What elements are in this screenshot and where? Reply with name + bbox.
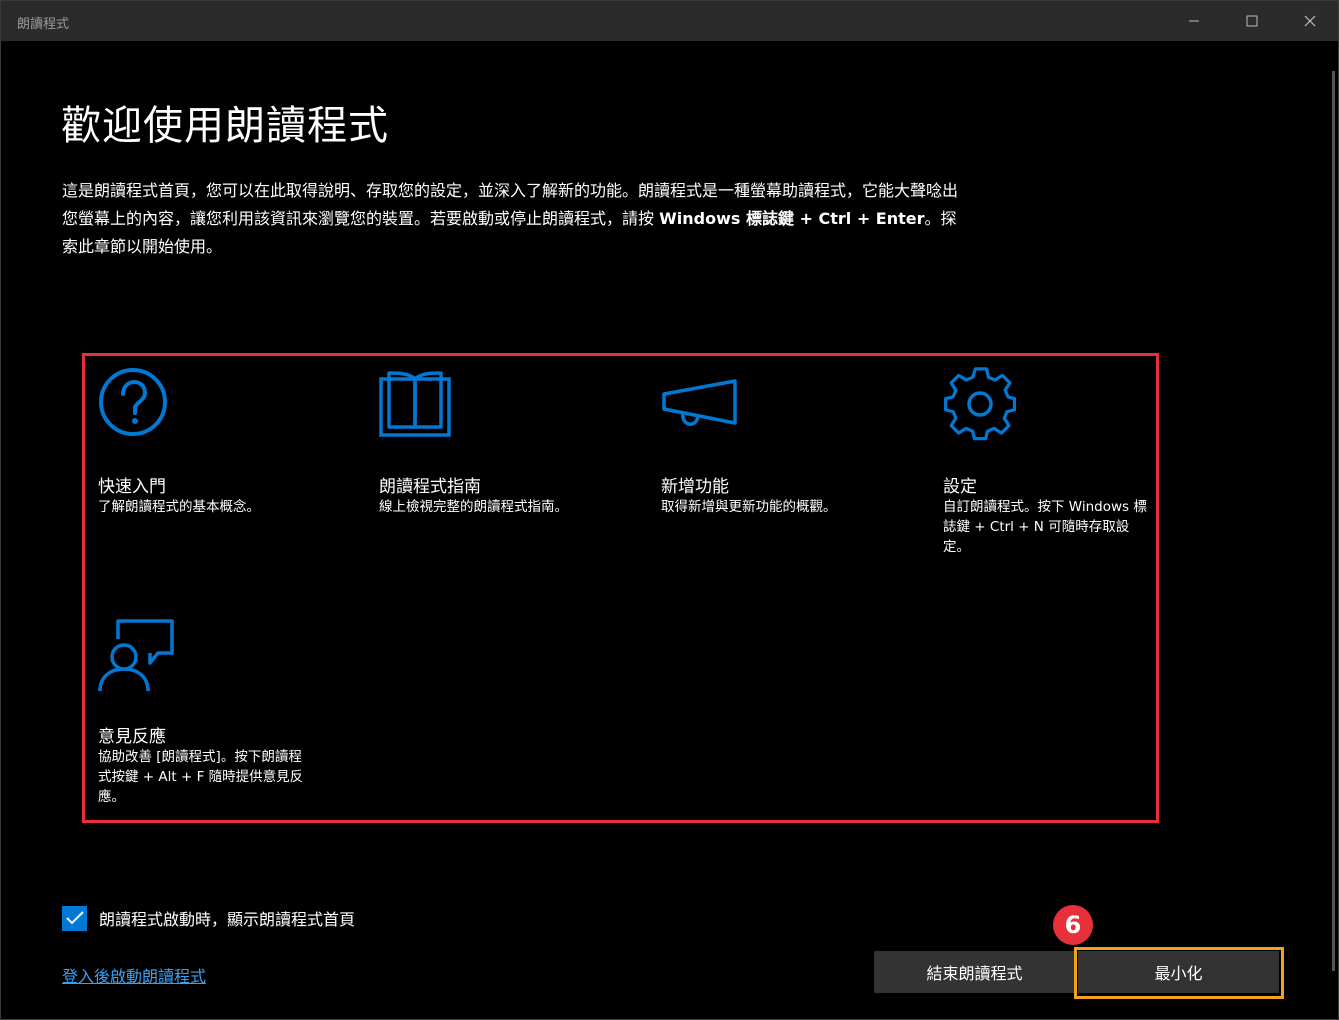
question-circle-icon bbox=[99, 368, 167, 436]
step-number-badge: 6 bbox=[1053, 905, 1093, 945]
card-title: 意見反應 bbox=[98, 727, 166, 747]
show-home-on-start-option[interactable]: 朗讀程式啟動時，顯示朗讀程式首頁 bbox=[62, 905, 355, 931]
card-description: 取得新增與更新功能的概觀。 bbox=[661, 499, 837, 515]
open-book-icon bbox=[379, 371, 451, 437]
narrator-home-window: 朗讀程式 歡迎使用朗讀程式 這是朗讀程式首頁，您可以在此取得說明、存取您的設定，… bbox=[0, 0, 1339, 1020]
exit-narrator-button[interactable]: 結束朗讀程式 bbox=[874, 951, 1075, 993]
window-maximize-button[interactable] bbox=[1229, 1, 1275, 41]
window-title: 朗讀程式 bbox=[17, 17, 70, 32]
scrollbar[interactable] bbox=[1332, 71, 1335, 971]
card-title: 設定 bbox=[943, 477, 977, 497]
card-feedback[interactable]: 意見反應 協助改善 [朗讀程式]。按下朗讀程式按鍵 + Alt + F 隨時提供… bbox=[98, 617, 328, 812]
card-title: 新增功能 bbox=[661, 477, 729, 497]
intro-paragraph: 這是朗讀程式首頁，您可以在此取得說明、存取您的設定，並深入了解新的功能。朗讀程式… bbox=[62, 177, 962, 261]
card-description: 自訂朗讀程式。按下 Windows 標誌鍵 + Ctrl + N 可隨時存取設定… bbox=[943, 499, 1147, 555]
card-whats-new[interactable]: 新增功能 取得新增與更新功能的概觀。 bbox=[661, 367, 891, 527]
card-title: 快速入門 bbox=[98, 477, 166, 497]
maximize-icon bbox=[1246, 15, 1258, 27]
card-quick-start[interactable]: 快速入門 了解朗讀程式的基本概念。 bbox=[98, 367, 328, 527]
minimize-icon bbox=[1189, 20, 1199, 22]
gear-icon bbox=[944, 367, 1017, 441]
megaphone-icon bbox=[662, 379, 737, 426]
card-description: 了解朗讀程式的基本概念。 bbox=[98, 499, 260, 515]
window-close-button[interactable] bbox=[1287, 1, 1333, 41]
start-after-signin-link[interactable]: 登入後啟動朗讀程式 bbox=[62, 963, 206, 987]
card-settings[interactable]: 設定 自訂朗讀程式。按下 Windows 標誌鍵 + Ctrl + N 可隨時存… bbox=[943, 367, 1173, 567]
intro-shortcut-keys: Windows 標誌鍵 + Ctrl + Enter bbox=[659, 209, 925, 228]
feedback-person-icon bbox=[98, 619, 174, 692]
window-minimize-button[interactable] bbox=[1171, 1, 1217, 41]
card-title: 朗讀程式指南 bbox=[379, 477, 481, 497]
card-description: 線上檢視完整的朗讀程式指南。 bbox=[379, 499, 568, 515]
card-narrator-guide[interactable]: 朗讀程式指南 線上檢視完整的朗讀程式指南。 bbox=[379, 367, 609, 527]
page-title: 歡迎使用朗讀程式 bbox=[61, 103, 389, 149]
close-icon bbox=[1304, 15, 1316, 27]
show-home-checkbox-label[interactable]: 朗讀程式啟動時，顯示朗讀程式首頁 bbox=[99, 906, 355, 930]
card-description: 協助改善 [朗讀程式]。按下朗讀程式按鍵 + Alt + F 隨時提供意見反應。 bbox=[98, 749, 304, 805]
title-bar: 朗讀程式 bbox=[1, 1, 1338, 41]
show-home-checkbox[interactable] bbox=[62, 905, 87, 931]
checkmark-icon bbox=[65, 911, 84, 925]
minimize-button-highlight-annotation bbox=[1074, 947, 1284, 999]
